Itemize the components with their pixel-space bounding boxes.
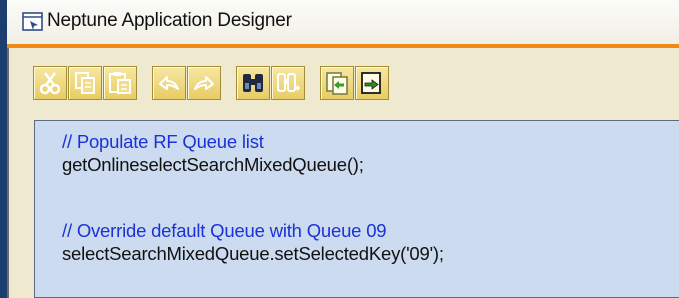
find-replace-icon: [277, 73, 300, 92]
window-left-accent: [0, 0, 7, 298]
script-editor[interactable]: // Populate RF Queue list getOnlineselec…: [34, 120, 679, 298]
copy-icon: [75, 72, 95, 94]
export-icon: [361, 72, 381, 94]
copy-button[interactable]: [68, 66, 102, 100]
designer-frame: // Populate RF Queue list getOnlineselec…: [7, 48, 679, 298]
redo-icon: [194, 76, 214, 90]
export-button[interactable]: [355, 66, 389, 100]
import-icon: [326, 72, 348, 95]
redo-button[interactable]: [187, 66, 221, 100]
import-button[interactable]: [320, 66, 354, 100]
title-bar: Neptune Application Designer: [7, 0, 679, 44]
find-icon: [243, 74, 263, 92]
code-comment-line: // Override default Queue with Queue 09: [62, 220, 387, 241]
code-comment-line: // Populate RF Queue list: [62, 131, 264, 152]
app-window-icon: [21, 11, 45, 33]
paste-icon: [109, 72, 131, 94]
undo-icon: [159, 76, 179, 90]
undo-button[interactable]: [152, 66, 186, 100]
cut-icon: [39, 72, 61, 95]
find-button[interactable]: [236, 66, 270, 100]
find-replace-button[interactable]: [271, 66, 305, 100]
paste-button[interactable]: [103, 66, 137, 100]
code-statement-line: getOnlineselectSearchMixedQueue();: [62, 154, 364, 175]
window-title: Neptune Application Designer: [47, 10, 292, 31]
code-statement-line: selectSearchMixedQueue.setSelectedKey('0…: [62, 243, 444, 264]
cut-button[interactable]: [33, 66, 67, 100]
